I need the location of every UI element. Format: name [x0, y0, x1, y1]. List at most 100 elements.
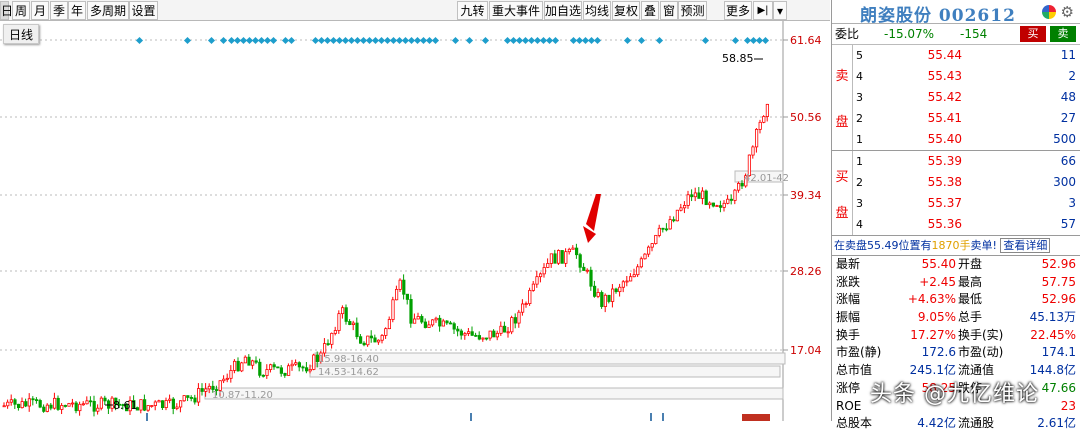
- candle-body: [330, 332, 334, 345]
- candle-body: [524, 303, 528, 305]
- chevron-down-icon[interactable]: ▾: [773, 1, 787, 20]
- toolbar-button[interactable]: 均线: [583, 1, 611, 20]
- sell-level-index: 2: [856, 112, 863, 125]
- sell-level[interactable]: 3 55.42 48: [832, 87, 1080, 108]
- candle-body: [639, 258, 644, 268]
- buy-button[interactable]: 买: [1020, 26, 1046, 42]
- buy-level[interactable]: 1 55.39 66: [832, 151, 1080, 172]
- period-button[interactable]: 月: [31, 1, 49, 20]
- toolbar-button[interactable]: 九转: [457, 1, 488, 20]
- signal-diamond-icon: [465, 36, 474, 45]
- play-end-icon[interactable]: ▶|: [753, 1, 773, 20]
- alert-volume: 1870手: [931, 239, 971, 252]
- period-label[interactable]: 日线: [3, 24, 39, 44]
- quote-value: 2.61亿: [1037, 416, 1076, 431]
- signal-diamond-icon: [451, 36, 460, 45]
- candle-body: [376, 339, 381, 343]
- chart-toolbar: 日周月季年多周期 设置 九转 重大事件 加自选 均线 复权叠窗预测 更多 ▶| ▾: [0, 0, 830, 21]
- support-box: [204, 387, 784, 400]
- quote-value: 55.40: [921, 257, 956, 271]
- candle-body: [647, 246, 651, 255]
- signal-diamond-icon: [287, 36, 296, 45]
- candle-body: [686, 194, 690, 206]
- buy-level[interactable]: 4 55.36 57: [832, 214, 1080, 235]
- period-button[interactable]: 日: [0, 1, 13, 20]
- sell-button[interactable]: 卖: [1050, 26, 1076, 42]
- candle-body: [369, 335, 374, 339]
- period-button[interactable]: 周: [12, 1, 30, 20]
- candle-body: [236, 360, 240, 372]
- candle-body: [358, 336, 363, 344]
- view-detail-link[interactable]: 查看详细: [1000, 238, 1051, 253]
- candle-body: [560, 250, 564, 264]
- candle-body: [650, 243, 654, 248]
- period-button[interactable]: 设置: [129, 1, 158, 20]
- candle-body: [373, 337, 377, 343]
- sell-level-index: 3: [856, 91, 863, 104]
- candle-body: [312, 354, 316, 370]
- candle-body: [402, 279, 406, 295]
- toolbar-button[interactable]: 预测: [678, 1, 707, 20]
- candle-body: [470, 331, 474, 336]
- box-label: 42.01-42: [744, 173, 789, 184]
- price-label: 50.56: [790, 111, 822, 124]
- sell-level[interactable]: 4 55.43 2: [832, 66, 1080, 87]
- candle-body: [665, 228, 669, 231]
- sell-level[interactable]: 1 55.40 500: [832, 129, 1080, 150]
- candle-body: [9, 399, 13, 403]
- kline-chart[interactable]: 61.64 50.56 39.34 28.26 17.04 15.98-16.40 14.…: [0, 21, 830, 421]
- sell-level-volume: 27: [1060, 111, 1076, 125]
- signal-diamond-icon: [637, 36, 646, 45]
- candle-body: [268, 364, 273, 370]
- candle-body: [35, 399, 39, 402]
- toolbar-button[interactable]: 加自选: [544, 1, 582, 20]
- candle-body: [427, 324, 431, 328]
- toolbar-button[interactable]: 重大事件: [489, 1, 543, 20]
- candle-body: [250, 360, 255, 366]
- candle-body: [24, 401, 28, 407]
- buy-level[interactable]: 3 55.37 3: [832, 193, 1080, 214]
- toolbar-button[interactable]: 复权: [612, 1, 640, 20]
- sell-level[interactable]: 5 55.44 11: [832, 45, 1080, 66]
- candle-body: [146, 405, 150, 411]
- candle-body: [222, 378, 226, 382]
- sell-level[interactable]: 2 55.41 27: [832, 108, 1080, 129]
- event-tick: [146, 413, 148, 421]
- candle-body: [729, 198, 734, 201]
- candle-body: [387, 319, 392, 330]
- candle-body: [286, 365, 291, 376]
- toolbar-button[interactable]: 窗: [660, 1, 678, 20]
- candle-body: [160, 400, 165, 408]
- candle-body: [600, 292, 604, 307]
- red-arrow-icon: [586, 194, 601, 231]
- period-button[interactable]: 年: [68, 1, 86, 20]
- candle-body: [484, 337, 489, 340]
- candle-body: [171, 398, 175, 409]
- buy-level-index: 3: [856, 197, 863, 210]
- price-axis: 61.64 50.56 39.34 28.26 17.04: [783, 34, 822, 357]
- candle-body: [693, 192, 698, 198]
- buy-book: 买 盘 1 55.39 66 2 55.38 300 3 55.37 3 4 55.36 57: [832, 151, 1080, 236]
- quote-row: 最新 55.40 开盘 52.96: [832, 256, 1080, 274]
- quote-label: 换手(实): [958, 327, 1004, 342]
- candle-body: [506, 331, 510, 334]
- candle-body: [186, 395, 190, 398]
- period-button[interactable]: 季: [50, 1, 68, 20]
- signal-diamond-icon: [269, 36, 278, 45]
- candle-body: [643, 253, 647, 260]
- buy-level[interactable]: 2 55.38 300: [832, 172, 1080, 193]
- candle-body: [31, 398, 35, 401]
- candle-body: [42, 406, 46, 412]
- candle-body: [456, 328, 460, 332]
- candle-body: [254, 360, 258, 363]
- colorful-ball-icon[interactable]: [1042, 5, 1056, 19]
- candle-body: [279, 367, 284, 374]
- support-box: [309, 365, 781, 378]
- toolbar-button[interactable]: 更多: [724, 1, 752, 20]
- toolbar-button[interactable]: 叠: [641, 1, 659, 20]
- candle-body: [438, 317, 442, 327]
- quote-value: 4.42亿: [917, 416, 956, 431]
- candle-body: [535, 276, 539, 285]
- period-button[interactable]: 多周期: [87, 1, 129, 20]
- gear-icon[interactable]: ⚙: [1061, 3, 1074, 21]
